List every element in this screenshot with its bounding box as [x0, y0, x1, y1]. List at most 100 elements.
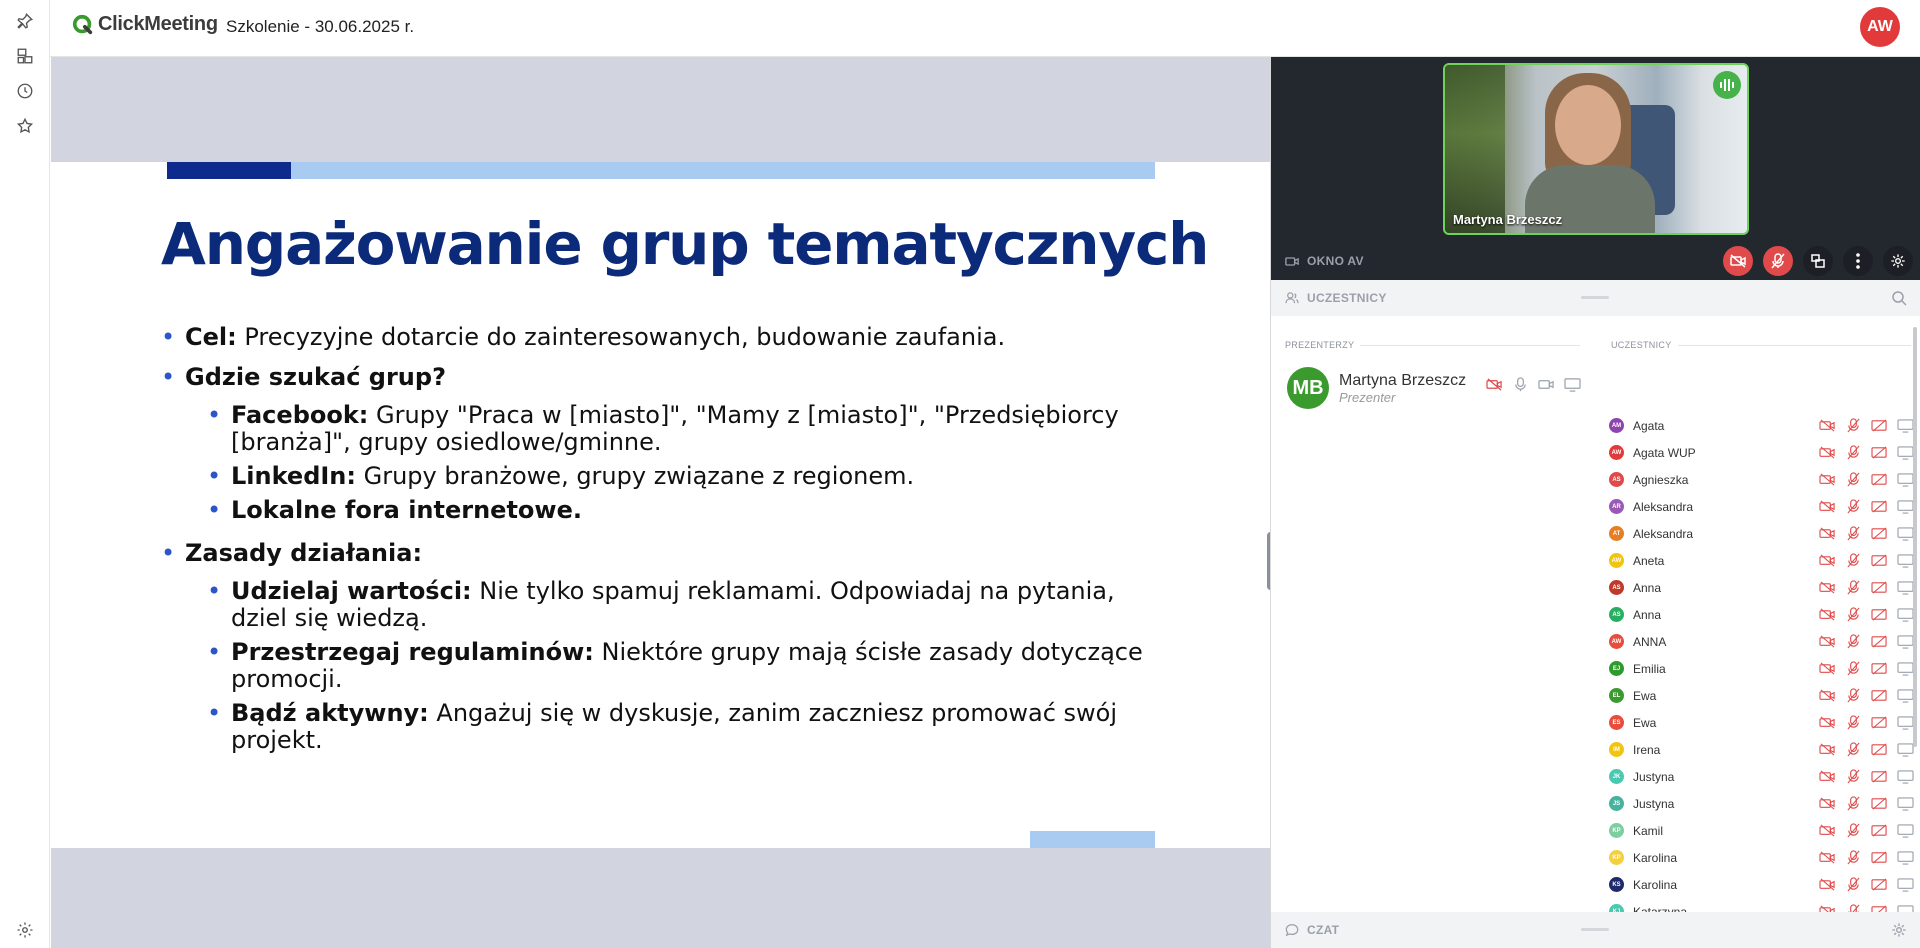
screen-icon[interactable]	[1897, 472, 1914, 487]
camera-off-icon[interactable]	[1819, 499, 1836, 514]
video-tile[interactable]: Martyna Brzeszcz	[1443, 63, 1749, 235]
mic-off-icon[interactable]	[1845, 823, 1862, 838]
camera-off-icon[interactable]	[1819, 526, 1836, 541]
drag-handle[interactable]	[1581, 928, 1609, 931]
camera-off-icon[interactable]	[1819, 634, 1836, 649]
chat-header[interactable]: CZAT	[1271, 912, 1920, 948]
camera-off-icon[interactable]	[1819, 553, 1836, 568]
pin-icon[interactable]	[12, 8, 38, 34]
camera-off-icon[interactable]	[1819, 877, 1836, 892]
screen-share-off-icon[interactable]	[1871, 580, 1888, 595]
presenter-item[interactable]: MB Martyna Brzeszcz Prezenter	[1287, 367, 1466, 409]
mic-off-icon[interactable]	[1845, 607, 1862, 622]
camera-off-icon[interactable]	[1819, 742, 1836, 757]
participant-row[interactable]: AW Agata WUP	[1609, 439, 1914, 466]
mic-off-icon[interactable]	[1845, 769, 1862, 784]
participant-row[interactable]: AS Anna	[1609, 601, 1914, 628]
screen-share-off-icon[interactable]	[1871, 769, 1888, 784]
screen-icon[interactable]	[1897, 715, 1914, 730]
participant-row[interactable]: AS Anna	[1609, 574, 1914, 601]
screen-icon[interactable]	[1897, 553, 1914, 568]
screen-icon[interactable]	[1897, 607, 1914, 622]
mic-off-icon[interactable]	[1845, 850, 1862, 865]
mic-off-icon[interactable]	[1845, 472, 1862, 487]
mic-off-icon[interactable]	[1845, 499, 1862, 514]
screen-share-off-icon[interactable]	[1871, 688, 1888, 703]
mic-off-icon[interactable]	[1845, 418, 1862, 433]
screen-icon[interactable]	[1897, 877, 1914, 892]
camera-off-icon[interactable]	[1819, 472, 1836, 487]
camera-off-icon[interactable]	[1819, 418, 1836, 433]
participant-row[interactable]: AT Aleksandra	[1609, 520, 1914, 547]
av-settings-button[interactable]	[1883, 246, 1913, 276]
screen-share-off-icon[interactable]	[1871, 661, 1888, 676]
participants-header[interactable]: UCZESTNICY	[1271, 280, 1920, 316]
drag-handle[interactable]	[1581, 296, 1609, 299]
screen-share-off-icon[interactable]	[1871, 526, 1888, 541]
screen-share-off-icon[interactable]	[1871, 472, 1888, 487]
screen-share-off-icon[interactable]	[1871, 715, 1888, 730]
screen-share-off-icon[interactable]	[1871, 445, 1888, 460]
mic-off-icon[interactable]	[1845, 553, 1862, 568]
settings-icon[interactable]	[12, 917, 38, 943]
participant-row[interactable]: EJ Emilia	[1609, 655, 1914, 682]
screen-share-off-icon[interactable]	[1871, 634, 1888, 649]
participant-row[interactable]: KP Kamil	[1609, 817, 1914, 844]
camera-off-icon[interactable]	[1486, 377, 1503, 392]
participant-row[interactable]: IM Irena	[1609, 736, 1914, 763]
camera-off-icon[interactable]	[1819, 661, 1836, 676]
participant-row[interactable]: AR Aleksandra	[1609, 493, 1914, 520]
participant-row[interactable]: JS Justyna	[1609, 790, 1914, 817]
screen-icon[interactable]	[1897, 661, 1914, 676]
camera-icon[interactable]	[1538, 377, 1555, 392]
camera-off-icon[interactable]	[1819, 688, 1836, 703]
participant-row[interactable]: EL Ewa	[1609, 682, 1914, 709]
screen-icon[interactable]	[1897, 823, 1914, 838]
mic-off-icon[interactable]	[1845, 580, 1862, 595]
mic-off-icon[interactable]	[1845, 526, 1862, 541]
screen-share-off-icon[interactable]	[1871, 877, 1888, 892]
history-icon[interactable]	[12, 78, 38, 104]
camera-off-icon[interactable]	[1819, 715, 1836, 730]
screen-share-off-icon[interactable]	[1871, 607, 1888, 622]
screen-icon[interactable]	[1897, 742, 1914, 757]
brand-logo[interactable]: ClickMeeting	[72, 13, 218, 36]
star-icon[interactable]	[12, 113, 38, 139]
participant-row[interactable]: AW Aneta	[1609, 547, 1914, 574]
screen-share-off-icon[interactable]	[1871, 850, 1888, 865]
screen-share-off-icon[interactable]	[1871, 553, 1888, 568]
participant-row[interactable]: ES Ewa	[1609, 709, 1914, 736]
mic-off-icon[interactable]	[1845, 715, 1862, 730]
participant-row[interactable]: KP Karolina	[1609, 844, 1914, 871]
search-icon[interactable]	[1891, 290, 1907, 306]
camera-off-icon[interactable]	[1819, 580, 1836, 595]
camera-off-icon[interactable]	[1819, 769, 1836, 784]
screen-share-icon[interactable]	[1564, 377, 1581, 392]
camera-off-icon[interactable]	[1819, 445, 1836, 460]
participant-row[interactable]: AS Agnieszka	[1609, 466, 1914, 493]
screen-share-off-icon[interactable]	[1871, 823, 1888, 838]
participant-row[interactable]: AM Agata	[1609, 412, 1914, 439]
screen-icon[interactable]	[1897, 769, 1914, 784]
screen-share-off-icon[interactable]	[1871, 796, 1888, 811]
screen-icon[interactable]	[1897, 418, 1914, 433]
screen-icon[interactable]	[1897, 445, 1914, 460]
user-avatar[interactable]: AW	[1860, 7, 1900, 47]
camera-off-button[interactable]	[1723, 246, 1753, 276]
mic-icon[interactable]	[1512, 377, 1529, 392]
screen-icon[interactable]	[1897, 526, 1914, 541]
chat-settings-icon[interactable]	[1891, 922, 1907, 938]
screen-share-off-icon[interactable]	[1871, 742, 1888, 757]
list-scrollbar[interactable]	[1913, 327, 1917, 747]
mic-off-icon[interactable]	[1845, 634, 1862, 649]
mic-off-icon[interactable]	[1845, 661, 1862, 676]
camera-off-icon[interactable]	[1819, 850, 1836, 865]
screen-icon[interactable]	[1897, 796, 1914, 811]
participant-row[interactable]: KS Karolina	[1609, 871, 1914, 898]
mic-off-button[interactable]	[1763, 246, 1793, 276]
screen-share-off-icon[interactable]	[1871, 418, 1888, 433]
screen-icon[interactable]	[1897, 850, 1914, 865]
mic-off-icon[interactable]	[1845, 742, 1862, 757]
screen-icon[interactable]	[1897, 499, 1914, 514]
participant-row[interactable]: JK Justyna	[1609, 763, 1914, 790]
